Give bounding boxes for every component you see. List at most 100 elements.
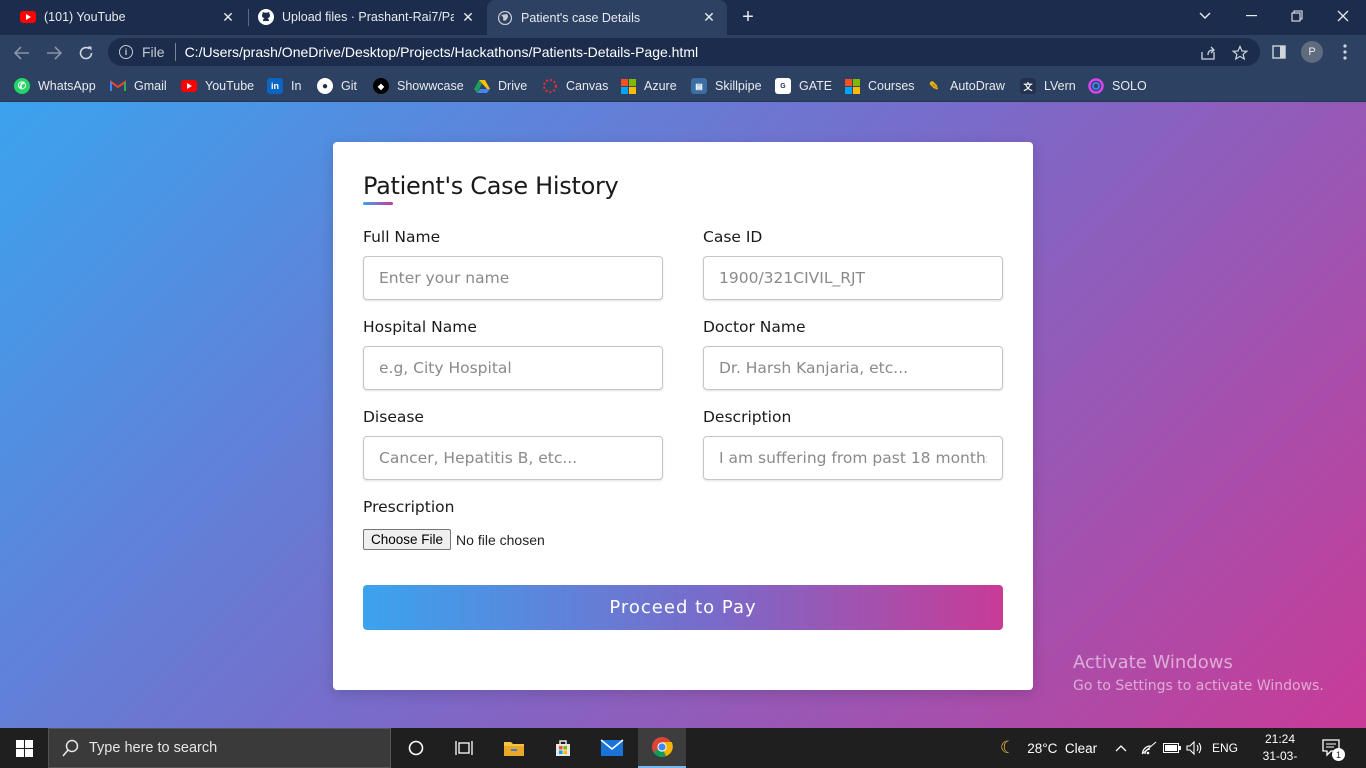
tab-title: Patient's case Details [521,10,641,25]
language-indicator[interactable]: ENG [1212,728,1238,768]
share-icon[interactable] [1199,44,1217,62]
autodraw-icon: ✎ [928,79,940,93]
bookmark-azure[interactable]: Azure [620,77,677,95]
bookmark-solo[interactable]: SOLO [1088,77,1147,95]
bookmark-label: Azure [644,79,677,93]
windows-taskbar: Type here to search ☾ 28°C Clear ENG 21:… [0,728,1366,768]
doctor-name-group: Doctor Name [703,318,1003,390]
file-status-text: No file chosen [456,531,545,548]
url-text[interactable]: C:/Users/prash/OneDrive/Desktop/Projects… [185,44,699,60]
notifications-icon[interactable]: 1 [1322,728,1345,768]
full-name-input[interactable] [363,256,663,300]
watermark-subtitle: Go to Settings to activate Windows. [1073,678,1324,694]
youtube-icon [20,9,36,25]
showwcase-icon: ◆ [373,78,389,94]
taskbar-search-box[interactable]: Type here to search [48,728,391,768]
proceed-to-pay-button[interactable]: Proceed to Pay [363,585,1003,630]
github-icon [258,9,274,25]
bookmark-linkedin[interactable]: in In [267,77,301,95]
file-explorer-icon[interactable] [490,728,538,768]
site-info-icon[interactable]: i [119,45,133,59]
disease-label: Disease [363,408,424,426]
close-tab-icon[interactable]: ✕ [701,9,717,26]
choose-file-button[interactable]: Choose File [363,529,452,550]
address-bar[interactable]: i File C:/Users/prash/OneDrive/Desktop/P… [108,38,1260,66]
close-tab-icon[interactable]: ✕ [220,9,236,25]
bookmark-label: Skillpipe [715,79,762,93]
bookmark-courses[interactable]: Courses [844,77,915,95]
profile-avatar[interactable]: P [1301,41,1323,63]
chrome-icon[interactable] [638,728,686,768]
moon-icon: ☾ [1000,738,1016,757]
windows-start-icon[interactable] [0,728,48,768]
close-window-icon[interactable] [1320,0,1366,32]
case-id-label: Case ID [703,228,763,246]
bookmark-whatsapp[interactable]: ✆ WhatsApp [14,77,96,95]
case-id-group: Case ID [703,228,1003,300]
weather-widget[interactable]: ☾ 28°C Clear [1000,728,1097,768]
battery-icon[interactable] [1163,728,1181,768]
bookmark-gate[interactable]: G GATE [775,77,832,95]
bookmark-autodraw[interactable]: ✎ AutoDraw [926,77,1005,95]
mail-icon[interactable] [588,728,636,768]
clock-time: 21:24 [1264,732,1296,746]
description-label: Description [703,408,792,426]
forward-arrow-icon[interactable] [41,40,67,66]
bookmark-showwcase[interactable]: ◆ Showwcase [373,77,464,95]
menu-kebab-icon[interactable] [1334,41,1356,63]
globe-icon [497,10,513,26]
disease-input[interactable] [363,436,663,480]
description-input[interactable] [703,436,1003,480]
bookmark-gmail[interactable]: Gmail [110,77,167,95]
whatsapp-icon: ✆ [14,78,30,94]
full-name-label: Full Name [363,228,441,246]
bookmarks-bar: ✆ WhatsApp Gmail YouTube in In ● Git ◆ S… [0,70,1366,102]
volume-icon[interactable] [1186,728,1204,768]
bookmark-label: GATE [799,79,833,93]
restore-icon[interactable] [1274,0,1320,32]
page-title: Patient's Case History [363,172,619,200]
doctor-name-label: Doctor Name [703,318,806,336]
solo-icon [1088,78,1104,94]
show-hidden-icons-chevron-icon[interactable] [1115,728,1127,768]
bookmark-git[interactable]: ● Git [317,77,357,95]
back-arrow-icon[interactable] [9,40,35,66]
hospital-name-label: Hospital Name [363,318,477,336]
system-clock[interactable]: 21:24 31-03-2022 [1252,731,1308,768]
microsoft-store-icon[interactable] [539,728,587,768]
activate-windows-watermark: Activate Windows Go to Settings to activ… [1073,652,1324,694]
tab-search-chevron-icon[interactable] [1182,0,1228,32]
tab-github-upload[interactable]: Upload files · Prashant-Rai7/Patie ✕ [248,0,486,34]
prescription-file-input: Choose File No file chosen [363,529,545,550]
bookmark-lvern[interactable]: 文 LVern [1020,77,1076,95]
network-icon[interactable] [1141,728,1157,768]
doctor-name-input[interactable] [703,346,1003,390]
tab-youtube[interactable]: (101) YouTube ✕ [10,0,246,34]
case-id-input[interactable] [703,256,1003,300]
bookmark-star-icon[interactable] [1231,44,1249,62]
clock-date: 31-03-2022 [1262,749,1298,768]
prescription-label: Prescription [363,498,455,516]
weather-text: 28°C Clear [1027,740,1098,756]
bookmark-youtube[interactable]: YouTube [181,77,254,95]
reload-icon[interactable] [73,40,99,66]
gate-icon: G [775,78,791,94]
task-view-icon[interactable] [440,728,488,768]
bookmark-canvas[interactable]: Canvas [542,77,608,95]
bookmark-label: YouTube [205,79,255,93]
bookmark-skillpipe[interactable]: ▤ Skillpipe [691,77,762,95]
browser-tab-strip: (101) YouTube ✕ Upload files · Prashant-… [0,0,1366,35]
bookmark-drive[interactable]: Drive [474,77,527,95]
hospital-name-input[interactable] [363,346,663,390]
youtube-icon [181,78,197,94]
cortana-icon[interactable] [392,728,440,768]
tab-patient-case-details[interactable]: Patient's case Details ✕ [487,0,727,35]
title-underline [363,202,393,205]
minimize-icon[interactable] [1228,0,1274,32]
new-tab-icon[interactable]: + [737,6,759,28]
close-tab-icon[interactable]: ✕ [460,9,476,25]
side-panel-icon[interactable] [1268,41,1290,63]
bookmark-label: In [291,79,302,93]
watermark-title: Activate Windows [1073,652,1233,673]
hospital-name-group: Hospital Name [363,318,663,390]
